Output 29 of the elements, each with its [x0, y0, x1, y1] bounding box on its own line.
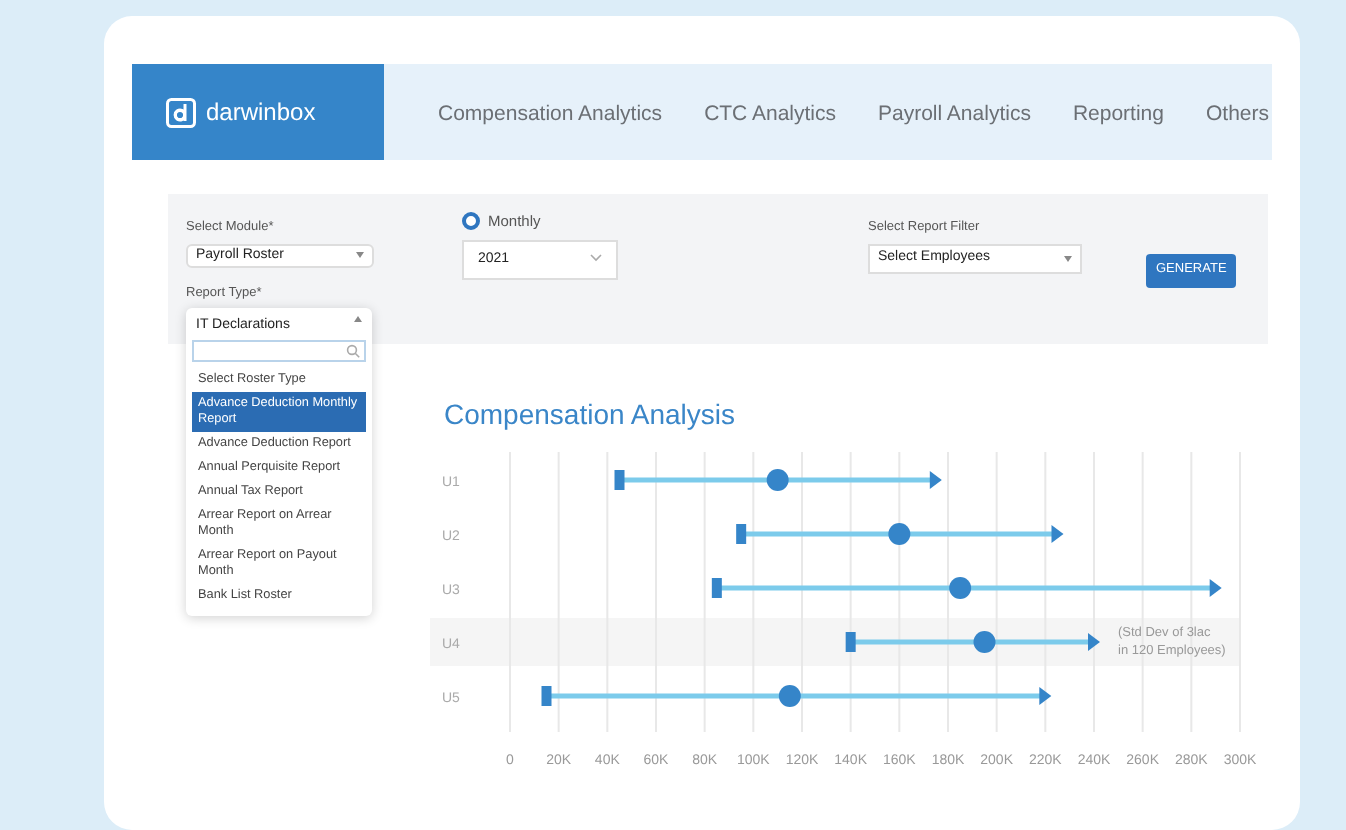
min-marker [845, 632, 856, 652]
arrow-marker [1051, 525, 1064, 543]
caret-icon [356, 252, 364, 259]
chart-title: Compensation Analysis [444, 396, 738, 434]
mean-dot [778, 685, 801, 707]
nav-link[interactable]: Payroll Analytics [878, 100, 1031, 132]
min-marker [614, 470, 625, 490]
chevron-icon [590, 254, 602, 263]
nav-link[interactable]: Compensation Analytics [438, 100, 663, 132]
mean-dot [766, 469, 789, 491]
logo-icon [166, 97, 196, 127]
search-icon [346, 344, 360, 358]
min-marker [541, 686, 552, 706]
mean-dot [888, 523, 911, 545]
min-marker [736, 524, 747, 544]
caret-icon [1064, 255, 1072, 262]
caret-icon [354, 315, 362, 321]
logo-text: darwinbox [206, 96, 316, 130]
nav-link[interactable]: Reporting [1072, 100, 1164, 132]
mean-dot [973, 631, 996, 653]
arrow-marker [1209, 579, 1222, 597]
nav-link[interactable]: CTC Analytics [704, 100, 836, 132]
min-marker [711, 578, 722, 598]
arrow-marker [929, 471, 942, 489]
search-field[interactable] [192, 340, 366, 362]
nav-link[interactable]: Others [1205, 100, 1269, 132]
mean-dot [949, 577, 972, 599]
arrow-marker [1088, 633, 1100, 651]
arrow-marker [1039, 687, 1052, 705]
